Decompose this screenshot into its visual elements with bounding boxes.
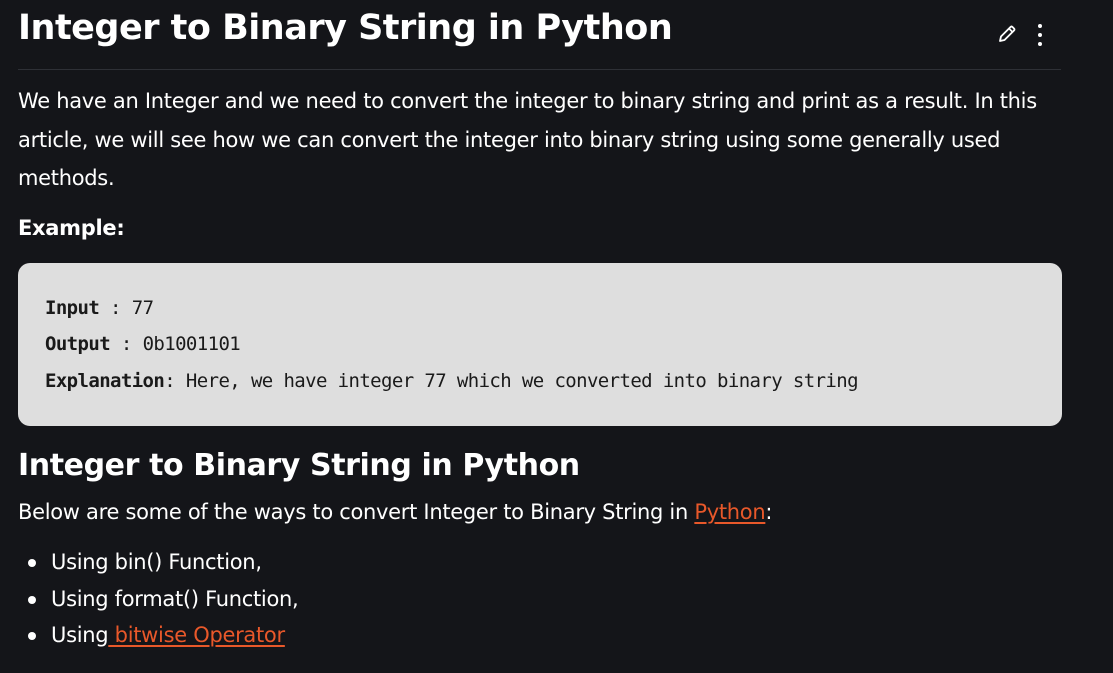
page-title: Integer to Binary String in Python [18,8,673,48]
bullet-icon [28,632,36,640]
code-value: 0b1001101 [142,333,241,355]
methods-list: Using bin() Function, Using format() Fun… [22,547,299,657]
code-line-output: Output : 0b1001101 [45,332,241,356]
article-header: Integer to Binary String in Python [18,0,1061,70]
section-intro-suffix: : [765,500,773,524]
code-line-input: Input : 77 [45,296,154,320]
method-text: Using bin() Function, [51,550,262,574]
code-line-explanation: Explanation: Here, we have integer 77 wh… [45,369,859,393]
example-label: Example: [18,216,125,240]
section-intro-text: Below are some of the ways to convert In… [18,500,695,524]
list-item: Using bin() Function, [22,547,298,584]
bitwise-operator-link[interactable]: bitwise Operator [108,623,285,647]
code-separator: : [99,297,132,319]
list-item: Using bitwise Operator [22,620,298,657]
pencil-icon[interactable] [996,23,1018,45]
vertical-ellipsis-icon[interactable] [1030,22,1050,48]
article-page: Integer to Binary String in Python We ha… [0,0,1113,673]
code-key: Input [45,297,100,319]
list-item: Using format() Function, [22,584,299,621]
code-key: Explanation [45,370,165,392]
python-link[interactable]: Python [694,500,765,524]
bullet-icon [28,559,36,567]
section-title: Integer to Binary String in Python [18,448,580,483]
code-value: Here, we have integer 77 which we conver… [185,370,859,392]
bullet-icon [28,595,36,604]
code-separator: : [164,370,186,392]
article-intro: We have an Integer and we need to conver… [18,89,1037,190]
code-separator: : [110,333,143,355]
section-intro: Below are some of the ways to convert In… [18,497,772,527]
method-text: Using format() Function, [51,586,299,611]
method-text: Using [51,623,109,647]
code-value: 77 [131,297,154,319]
example-code-block: Input : 77 Output : 0b1001101 Explanatio… [18,263,1062,426]
code-key: Output [45,333,111,355]
